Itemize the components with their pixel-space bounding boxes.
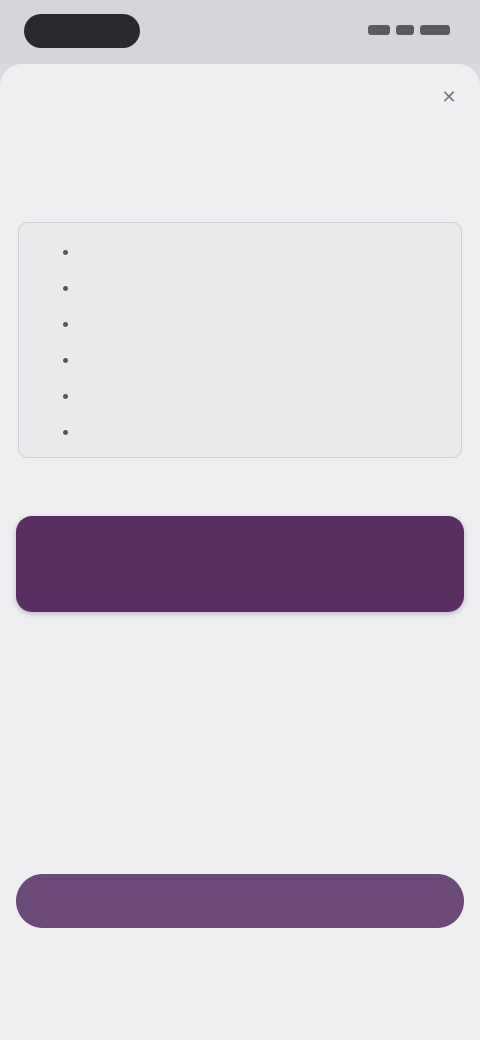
- wifi-icon: [396, 25, 414, 35]
- feature-list-card: [18, 222, 462, 458]
- status-bar: [0, 0, 480, 64]
- subscribe-button[interactable]: [16, 874, 464, 928]
- plan-option-card[interactable]: [16, 516, 464, 612]
- feature-item: [63, 277, 437, 313]
- signal-icon: [368, 25, 390, 35]
- feature-item: [63, 241, 437, 277]
- feature-list: [63, 241, 437, 457]
- battery-icon: [420, 25, 450, 35]
- feature-item: [63, 421, 437, 457]
- paywall-sheet: ✕: [0, 64, 480, 1040]
- feature-item: [63, 349, 437, 385]
- status-icons: [358, 22, 450, 38]
- footer-links: [0, 944, 480, 964]
- status-time-pill: [24, 14, 140, 48]
- close-icon[interactable]: ✕: [438, 86, 460, 108]
- feature-item: [63, 385, 437, 421]
- feature-item: [63, 313, 437, 349]
